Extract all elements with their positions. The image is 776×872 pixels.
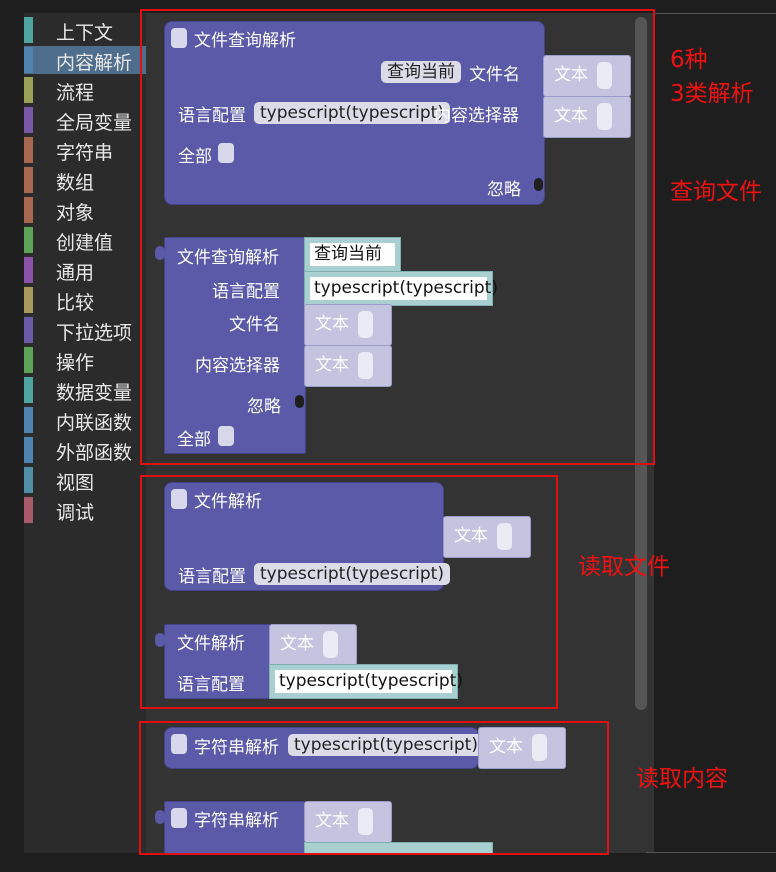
category-label: 流程	[56, 82, 95, 104]
annotation-read-content: 读取内容	[636, 766, 728, 792]
category-operation[interactable]: 操作	[24, 346, 146, 374]
category-swatch	[24, 167, 33, 193]
category-label: 内联函数	[56, 412, 133, 434]
annotation-frame-read-content	[139, 721, 609, 855]
category-string[interactable]: 字符串	[24, 136, 146, 164]
category-array[interactable]: 数组	[24, 166, 146, 194]
category-context[interactable]: 上下文	[24, 16, 146, 44]
category-debug[interactable]: 调试	[24, 496, 146, 524]
category-label: 操作	[56, 352, 95, 374]
category-swatch	[24, 77, 33, 103]
category-compare[interactable]: 比较	[24, 286, 146, 314]
category-swatch	[24, 287, 33, 313]
category-label: 对象	[56, 202, 95, 224]
category-external-func[interactable]: 外部函数	[24, 436, 146, 464]
category-swatch	[24, 257, 33, 283]
category-flow[interactable]: 流程	[24, 76, 146, 104]
category-swatch	[24, 407, 33, 433]
category-label: 数据变量	[56, 382, 133, 404]
category-swatch	[24, 437, 33, 463]
toolbox: 上下文 内容解析 流程 全局变量 字符串 数组 对象 创建值 通用 比较 下拉选…	[24, 13, 146, 853]
category-label: 调试	[56, 502, 95, 524]
annotation-query-file: 查询文件	[670, 179, 762, 205]
category-swatch	[24, 197, 33, 223]
category-label: 通用	[56, 262, 95, 284]
category-swatch	[24, 467, 33, 493]
annotation-frame-read-file	[140, 475, 558, 709]
category-label: 外部函数	[56, 442, 133, 464]
category-dropdown[interactable]: 下拉选项	[24, 316, 146, 344]
category-common[interactable]: 通用	[24, 256, 146, 284]
annotation-six-kinds: 6种	[670, 47, 708, 73]
category-swatch	[24, 107, 33, 133]
annotation-read-file: 读取文件	[578, 554, 670, 580]
category-global-vars[interactable]: 全局变量	[24, 106, 146, 134]
annotation-three-types: 3类解析	[670, 81, 754, 107]
category-swatch	[24, 497, 33, 523]
category-label: 内容解析	[56, 52, 133, 74]
category-label: 数组	[56, 172, 95, 194]
category-swatch	[24, 227, 33, 253]
category-inline-func[interactable]: 内联函数	[24, 406, 146, 434]
category-swatch	[24, 347, 33, 373]
category-swatch	[24, 317, 33, 343]
divider	[646, 852, 776, 853]
category-swatch	[24, 17, 33, 43]
divider	[654, 13, 776, 14]
category-label: 比较	[56, 292, 95, 314]
category-swatch	[24, 47, 33, 73]
category-label: 创建值	[56, 232, 114, 254]
category-label: 字符串	[56, 142, 114, 164]
category-data-vars[interactable]: 数据变量	[24, 376, 146, 404]
category-label: 下拉选项	[56, 322, 133, 344]
category-label: 全局变量	[56, 112, 133, 134]
category-label: 视图	[56, 472, 95, 494]
category-create-value[interactable]: 创建值	[24, 226, 146, 254]
annotation-frame-query-file	[140, 9, 655, 465]
category-object[interactable]: 对象	[24, 196, 146, 224]
category-swatch	[24, 377, 33, 403]
category-swatch	[24, 137, 33, 163]
category-label: 上下文	[56, 22, 114, 44]
category-view[interactable]: 视图	[24, 466, 146, 494]
category-content-parse[interactable]: 内容解析	[24, 46, 146, 74]
